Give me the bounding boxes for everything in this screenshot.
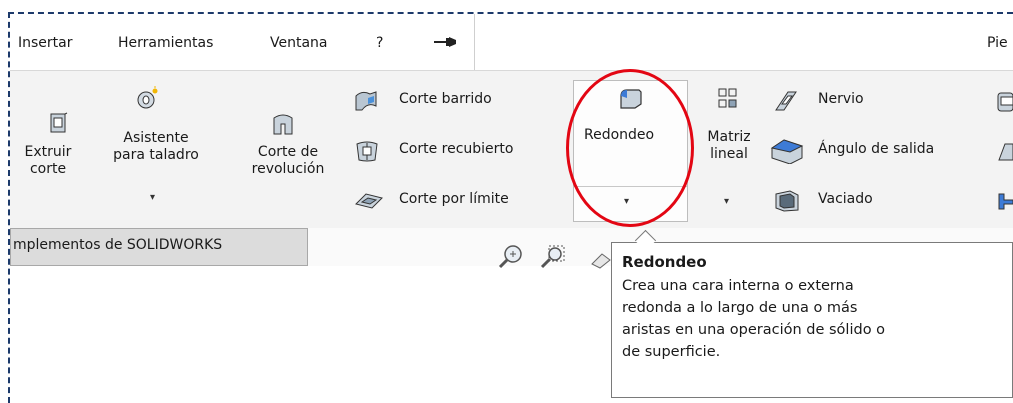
extruir-corte-label: Extruir corte — [24, 144, 72, 177]
lofted-cut-icon — [354, 140, 380, 162]
swept-cut-icon — [354, 90, 380, 112]
highlight-ellipse — [566, 69, 694, 227]
matriz-lineal-label: Matriz lineal — [707, 129, 751, 162]
tooltip-line: aristas en una operación de sólido o — [622, 322, 886, 338]
rib-icon — [774, 90, 798, 112]
corte-limite-button[interactable]: Corte por límite — [350, 188, 560, 214]
hole-wizard-icon — [136, 86, 160, 110]
menu-insertar[interactable]: Insertar — [18, 35, 73, 51]
menu-help[interactable]: ? — [376, 35, 383, 51]
mirror-icon[interactable] — [997, 142, 1013, 162]
asistente-taladro-button[interactable]: Asistente para taladro ▾ — [104, 80, 228, 220]
corte-barrido-label: Corte barrido — [399, 91, 492, 107]
tab-complementos-solidworks[interactable]: mplementos de SOLIDWORKS — [10, 228, 308, 266]
nervio-label: Nervio — [818, 91, 864, 107]
previous-view-icon[interactable] — [590, 250, 612, 270]
corte-limite-label: Corte por límite — [399, 191, 509, 207]
chevron-down-icon[interactable]: ▾ — [150, 192, 155, 203]
boundary-cut-icon — [354, 190, 384, 212]
tooltip-title: Redondeo — [622, 253, 707, 271]
asistente-taladro-label: Asistente para taladro — [113, 130, 199, 163]
menu-ventana[interactable]: Ventana — [270, 35, 328, 51]
intersect-icon[interactable] — [997, 192, 1013, 210]
wrap-icon[interactable] — [997, 92, 1013, 112]
corte-revolucion-label: Corte de revolución — [251, 144, 325, 177]
angulo-salida-label: Ángulo de salida — [818, 141, 935, 157]
extruded-cut-icon — [50, 112, 68, 134]
menu-separator — [474, 14, 475, 70]
angulo-salida-button[interactable]: Ángulo de salida — [770, 138, 990, 164]
corte-recubierto-label: Corte recubierto — [399, 141, 514, 157]
menu-pieza-title: Pie — [987, 35, 1008, 51]
pin-icon[interactable] — [430, 34, 460, 50]
draft-icon — [770, 138, 804, 164]
zoom-to-fit-icon[interactable] — [498, 244, 524, 270]
redondeo-tooltip: Redondeo Crea una cara interna o externa… — [611, 242, 1013, 398]
linear-pattern-icon — [718, 88, 738, 110]
revolved-cut-icon — [272, 112, 294, 136]
matriz-lineal-button[interactable]: Matriz lineal ▾ — [700, 80, 760, 220]
corte-barrido-button[interactable]: Corte barrido — [350, 88, 560, 114]
matriz-chevron-down-icon[interactable]: ▾ — [724, 196, 729, 207]
vaciado-button[interactable]: Vaciado — [770, 188, 990, 214]
nervio-button[interactable]: Nervio — [770, 88, 990, 114]
extruir-corte-button[interactable]: Extruir corte — [10, 80, 104, 200]
tooltip-line: Crea una cara interna o externa — [622, 278, 854, 294]
corte-recubierto-button[interactable]: Corte recubierto — [350, 138, 560, 164]
tooltip-line: de superficie. — [622, 344, 721, 360]
vaciado-label: Vaciado — [818, 191, 873, 207]
menu-herramientas[interactable]: Herramientas — [118, 35, 213, 51]
zoom-to-area-icon[interactable] — [540, 244, 566, 270]
tooltip-line: redonda a lo largo de una o más — [622, 300, 858, 316]
corte-revolucion-button[interactable]: Corte de revolución — [236, 80, 340, 200]
shell-icon — [774, 190, 800, 212]
